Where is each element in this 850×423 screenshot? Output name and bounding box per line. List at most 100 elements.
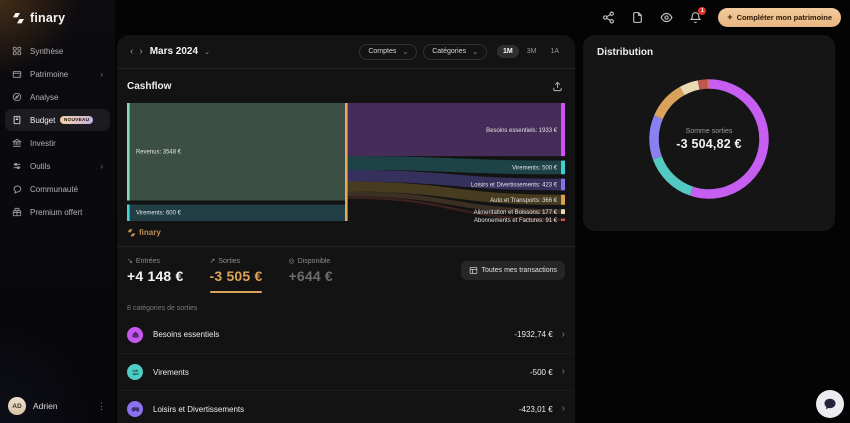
stat-value: +644 € xyxy=(288,268,332,284)
donut-segment-auto-et-transports[interactable] xyxy=(658,91,682,117)
range-3m[interactable]: 3M xyxy=(521,45,543,58)
chevron-right-icon: › xyxy=(100,162,103,171)
prev-period-icon[interactable]: ‹ xyxy=(127,46,136,57)
new-badge: NOUVEAU xyxy=(60,116,92,124)
watermark-text: finary xyxy=(139,228,161,237)
stat-label: Sorties xyxy=(218,258,240,265)
tools-icon xyxy=(12,161,22,171)
sidebar-item-analyse[interactable]: Analyse xyxy=(5,86,110,108)
cashflow-sankey-chart[interactable]: Revenus: 3548 €Virements: 600 €Besoins e… xyxy=(127,102,565,223)
stat-label: Entrées xyxy=(136,258,160,265)
chevron-right-icon: › xyxy=(562,330,565,340)
sankey-source-label: Revenus: 3548 € xyxy=(136,150,182,156)
toolbar-filters: Comptes⌄ Catégories⌄ 1M3M1A xyxy=(359,44,565,60)
chevron-down-icon: ⌄ xyxy=(472,48,478,56)
period-selector[interactable]: Mars 2024 xyxy=(150,46,198,57)
chevron-down-icon: ⌄ xyxy=(402,48,408,56)
sidebar-item-premium-offert[interactable]: Premium offert xyxy=(5,201,110,223)
all-transactions-label: Toutes mes transactions xyxy=(482,267,557,274)
stat-tab-sorties[interactable]: ↗Sorties -3 505 € xyxy=(210,257,263,293)
sidebar-item-label: Investir xyxy=(30,139,56,148)
stat-label: Disponible xyxy=(298,258,331,265)
user-menu-icon[interactable]: ⋮ xyxy=(97,401,107,412)
chevron-right-icon: › xyxy=(562,367,565,377)
sidebar-item-investir[interactable]: Investir xyxy=(5,132,110,154)
category-name: Virements xyxy=(153,368,189,377)
sidebar-item-patrimoine[interactable]: Patrimoine › xyxy=(5,63,110,85)
chat-button[interactable] xyxy=(816,390,844,418)
donut-segment-besoins-essentiels[interactable] xyxy=(692,84,764,194)
bell-icon[interactable]: 1 xyxy=(689,11,702,24)
sidebar: finary Synthèse Patrimoine › Analyse Budget N… xyxy=(0,0,115,423)
chevron-right-icon: › xyxy=(562,404,565,414)
sidebar-nav: Synthèse Patrimoine › Analyse Budget NOUVEAU I… xyxy=(0,40,115,223)
entries-arrow-icon: ↘ xyxy=(127,257,133,265)
ledger-icon xyxy=(12,115,22,125)
donut-segment-virements[interactable] xyxy=(657,158,691,191)
category-row[interactable]: Virements -500 € › xyxy=(117,353,575,390)
category-row[interactable]: Besoins essentiels-1932,74 €› xyxy=(117,316,575,353)
stat-value: -3 505 € xyxy=(210,268,263,284)
grid-icon xyxy=(12,46,22,56)
category-amount: -423,01 € xyxy=(519,405,553,414)
sidebar-item-communaut-[interactable]: Communauté xyxy=(5,178,110,200)
sidebar-item-outils[interactable]: Outils› xyxy=(5,155,110,177)
sorties-arrow-icon: ↗ xyxy=(210,257,216,265)
category-amount: -500 € xyxy=(530,368,553,377)
next-period-icon[interactable]: › xyxy=(136,46,145,57)
stats-row: ↘Entrées +4 148 € ↗Sorties -3 505 € ◎ Disponi… xyxy=(117,246,575,293)
stat-tab-dispo[interactable]: ◎ Disponible +644 € xyxy=(288,257,332,284)
sankey-target-label: Alimentation et Boissons: 177 € xyxy=(474,210,558,216)
plus-icon: + xyxy=(727,12,732,22)
distribution-card: Distribution Somme sorties -3 504,82 € xyxy=(583,35,835,231)
donut-segment-loisirs-et-divertissements[interactable] xyxy=(654,117,658,158)
export-chart-icon[interactable] xyxy=(549,78,565,94)
share-icon[interactable] xyxy=(602,11,615,24)
sankey-target-label: Virements: 500 € xyxy=(512,166,558,172)
sankey-target-edge xyxy=(561,195,565,205)
sankey-junction-node xyxy=(345,103,348,221)
sankey-source-edge xyxy=(127,103,130,201)
active-tab-underline xyxy=(210,291,263,293)
donut-segment-alimentation-et-boissons[interactable] xyxy=(682,85,698,91)
dispo-arrow-icon: ◎ xyxy=(288,257,294,265)
finary-logo[interactable]: finary xyxy=(0,0,115,25)
user-row[interactable]: AD Adrien ⋮ xyxy=(8,397,107,415)
compass-icon xyxy=(12,92,22,102)
cashflow-header: Cashflow xyxy=(117,69,575,100)
wallet-icon xyxy=(12,69,22,79)
range-1a[interactable]: 1A xyxy=(544,45,565,58)
all-transactions-button[interactable]: Toutes mes transactions xyxy=(461,261,565,280)
period-toolbar: ‹ › Mars 2024 ⌄ Comptes⌄ Catégories⌄ 1M3… xyxy=(117,35,575,69)
eye-icon[interactable] xyxy=(660,11,673,24)
game-icon xyxy=(127,401,143,417)
sidebar-item-label: Budget xyxy=(30,116,55,125)
chat-bubble-icon xyxy=(823,397,837,411)
chat-icon xyxy=(12,184,22,194)
stat-tab-entries[interactable]: ↘Entrées +4 148 € xyxy=(127,257,184,284)
chevron-right-icon: › xyxy=(100,70,103,79)
categories-count-label: 8 catégories de sorties xyxy=(117,293,575,316)
donut-segment-abonnements-et-factures[interactable] xyxy=(699,84,708,85)
category-name: Besoins essentiels xyxy=(153,330,219,339)
range-1m[interactable]: 1M xyxy=(497,45,519,58)
stat-value: +4 148 € xyxy=(127,268,184,284)
gift-icon xyxy=(12,207,22,217)
category-row[interactable]: Loisirs et Divertissements-423,01 €› xyxy=(117,390,575,423)
comptes-dropdown[interactable]: Comptes⌄ xyxy=(359,44,417,60)
sidebar-item-budget[interactable]: Budget NOUVEAU xyxy=(5,109,110,131)
sidebar-item-label: Premium offert xyxy=(30,208,82,217)
categories-list: Besoins essentiels-1932,74 €› Virements -5… xyxy=(117,316,575,423)
finary-logo-icon xyxy=(12,13,25,24)
categories-dropdown[interactable]: Catégories⌄ xyxy=(423,44,487,60)
sidebar-item-label: Patrimoine xyxy=(30,70,68,79)
distribution-donut-chart[interactable]: Somme sorties -3 504,82 € xyxy=(645,75,773,203)
home-icon xyxy=(127,327,143,343)
sidebar-item-synth-se[interactable]: Synthèse xyxy=(5,40,110,62)
sidebar-item-label: Analyse xyxy=(30,93,58,102)
export-pdf-icon[interactable] xyxy=(631,11,644,24)
notification-badge: 1 xyxy=(698,7,706,15)
sankey-target-edge xyxy=(561,209,565,214)
complete-patrimoine-button[interactable]: + Compléter mon patrimoine xyxy=(718,8,841,27)
topbar: 1 + Compléter mon patrimoine xyxy=(115,0,850,34)
